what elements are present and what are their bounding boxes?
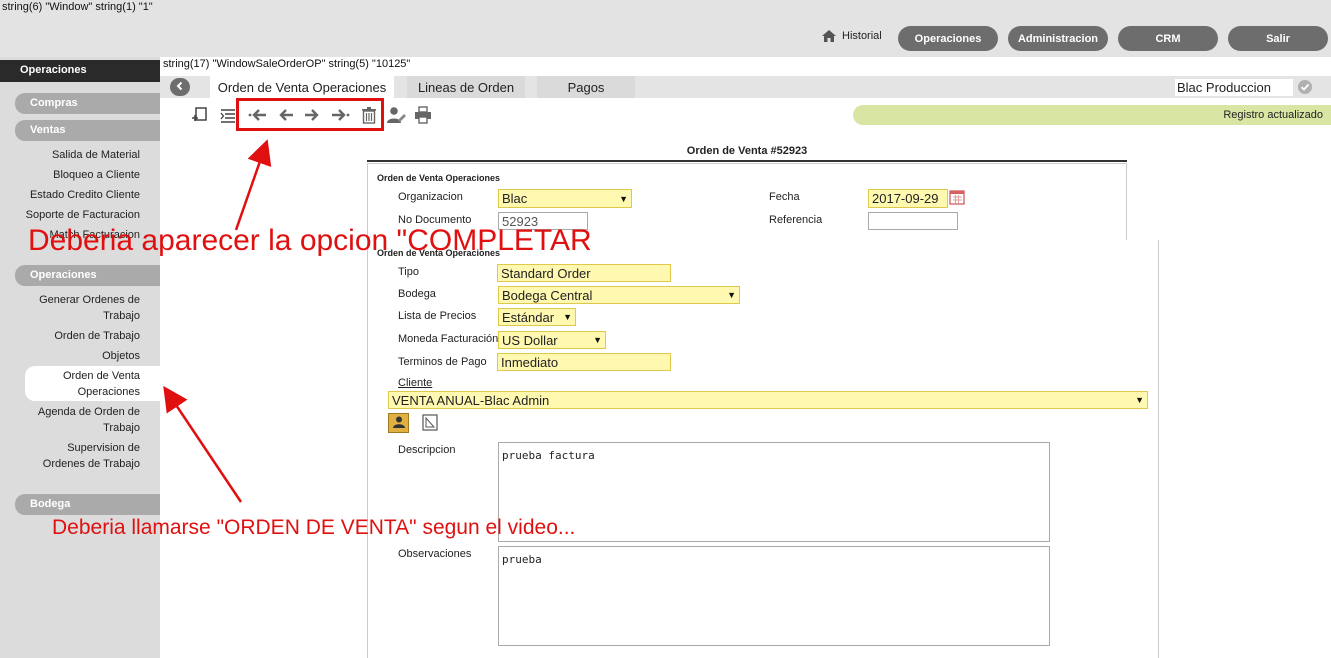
- tipo-label: Tipo: [398, 266, 419, 278]
- tab-pagos[interactable]: Pagos: [537, 76, 635, 98]
- sidebar-item-salida-material[interactable]: Salida de Material: [52, 147, 140, 163]
- home-icon: [822, 30, 836, 42]
- bodega-select[interactable]: Bodega Central ▼: [498, 286, 740, 304]
- cliente-select[interactable]: VENTA ANUAL-Blac Admin ▼: [388, 391, 1148, 409]
- nav-operaciones-button[interactable]: Operaciones: [898, 26, 998, 51]
- sidebar-item-bloqueo-cliente[interactable]: Bloqueo a Cliente: [53, 167, 140, 183]
- sidebar-section-operaciones[interactable]: Operaciones: [15, 265, 160, 286]
- caret-down-icon: ▼: [593, 335, 602, 345]
- sidebar-item-soporte-facturacion[interactable]: Soporte de Facturacion: [26, 207, 140, 223]
- observaciones-textarea[interactable]: prueba: [498, 546, 1050, 646]
- sidebar-item-orden-trabajo[interactable]: Orden de Trabajo: [54, 328, 140, 344]
- tab-orden-venta-operaciones[interactable]: Orden de Venta Operaciones: [210, 76, 394, 98]
- new-record-icon[interactable]: [189, 104, 211, 126]
- lista-precios-value: Estándar: [502, 309, 555, 325]
- terminos-field[interactable]: Inmediato: [497, 353, 671, 371]
- form-border: [1158, 240, 1159, 658]
- sidebar-item-label: Supervision de: [67, 442, 140, 454]
- lista-precios-select[interactable]: Estándar ▼: [498, 308, 576, 326]
- nav-salir-button[interactable]: Salir: [1228, 26, 1328, 51]
- back-button[interactable]: [170, 78, 190, 96]
- sidebar-item-agenda-orden[interactable]: Agenda de Orden de Trabajo: [38, 404, 140, 436]
- sidebar-item-orden-venta-operaciones[interactable]: Orden de Venta Operaciones: [63, 368, 140, 400]
- fecha-field[interactable]: 2017-09-29: [868, 189, 948, 208]
- moneda-value: US Dollar: [502, 332, 558, 348]
- tab-lineas-orden[interactable]: Lineas de Orden: [407, 76, 525, 98]
- cliente-value: VENTA ANUAL-Blac Admin: [392, 392, 550, 408]
- chevron-left-icon: [175, 81, 185, 94]
- sidebar-item-objetos[interactable]: Objetos: [102, 348, 140, 364]
- moneda-label: Moneda Facturación: [398, 333, 499, 345]
- bodega-value: Bodega Central: [502, 287, 593, 303]
- debug-output-1: string(6) "Window" string(1) "1": [2, 1, 153, 13]
- sidebar-item-label: Operaciones: [77, 386, 140, 398]
- tipo-field[interactable]: Standard Order: [497, 264, 671, 282]
- user-icon: [392, 415, 406, 432]
- descripcion-textarea[interactable]: prueba factura: [498, 442, 1050, 542]
- form-title: Orden de Venta #52923: [686, 145, 808, 157]
- sidebar-active-module[interactable]: Operaciones: [0, 60, 160, 82]
- form-border: [1126, 164, 1127, 240]
- historial-label: Historial: [842, 30, 882, 42]
- print-icon[interactable]: [412, 104, 434, 126]
- edit-document-icon[interactable]: [421, 413, 439, 431]
- caret-down-icon: ▼: [563, 312, 572, 322]
- descripcion-label: Descripcion: [398, 444, 456, 456]
- contact-button[interactable]: [388, 413, 409, 433]
- fecha-label: Fecha: [769, 191, 800, 203]
- referencia-label: Referencia: [769, 214, 823, 226]
- sidebar-item-label: Generar Ordenes de: [39, 294, 140, 306]
- annotation-orden-venta: Deberia llamarse "ORDEN DE VENTA" segun …: [52, 516, 576, 539]
- sidebar-item-estado-credito[interactable]: Estado Credito Cliente: [30, 187, 140, 203]
- referencia-field[interactable]: [868, 212, 958, 230]
- organizacion-value: Blac: [502, 191, 528, 206]
- sidebar-item-supervision[interactable]: Supervision de Ordenes de Trabajo: [43, 440, 140, 472]
- bodega-label: Bodega: [398, 288, 436, 300]
- nav-administracion-button[interactable]: Administracion: [1008, 26, 1108, 51]
- sidebar-item-label: Agenda de Orden de: [37, 406, 140, 418]
- terminos-label: Terminos de Pago: [398, 356, 487, 368]
- user-edit-icon[interactable]: [385, 104, 407, 126]
- nav-crm-button[interactable]: CRM: [1118, 26, 1218, 51]
- sidebar-item-label: Orden de Venta: [62, 370, 140, 382]
- caret-down-icon: ▼: [1135, 395, 1144, 405]
- organizacion-label: Organizacion: [398, 191, 463, 203]
- caret-down-icon: ▼: [727, 290, 736, 300]
- annotation-highlight-box: [236, 98, 384, 131]
- sidebar-item-label: Trabajo: [103, 422, 140, 434]
- debug-output-2: string(17) "WindowSaleOrderOP" string(5)…: [163, 58, 411, 70]
- sidebar-section-compras[interactable]: Compras: [15, 93, 160, 114]
- form-divider: [367, 160, 1127, 162]
- form-divider: [367, 163, 1127, 164]
- check-circle-icon[interactable]: [1297, 79, 1313, 95]
- calendar-icon[interactable]: [949, 189, 965, 205]
- lista-precios-label: Lista de Precios: [398, 310, 477, 322]
- section-header: Orden de Venta Operaciones: [377, 173, 501, 183]
- org-selector[interactable]: Blac Produccion: [1175, 79, 1293, 96]
- sidebar-section-bodega[interactable]: Bodega: [15, 494, 160, 515]
- observaciones-label: Observaciones: [398, 548, 472, 560]
- historial-link[interactable]: Historial: [822, 30, 882, 42]
- sidebar-section-ventas[interactable]: Ventas: [15, 120, 160, 141]
- sidebar-item-generar-ordenes[interactable]: Generar Ordenes de Trabajo: [39, 292, 140, 324]
- status-message: Registro actualizado: [853, 105, 1331, 125]
- sidebar-item-label: Trabajo: [103, 310, 140, 322]
- cliente-link[interactable]: Cliente: [398, 377, 432, 389]
- caret-down-icon: ▼: [619, 193, 628, 204]
- annotation-completar: Deberia aparecer la opcion "COMPLETAR: [28, 224, 592, 257]
- moneda-select[interactable]: US Dollar ▼: [498, 331, 606, 349]
- organizacion-select[interactable]: Blac ▼: [498, 189, 632, 208]
- sidebar-item-label: Ordenes de Trabajo: [42, 458, 140, 470]
